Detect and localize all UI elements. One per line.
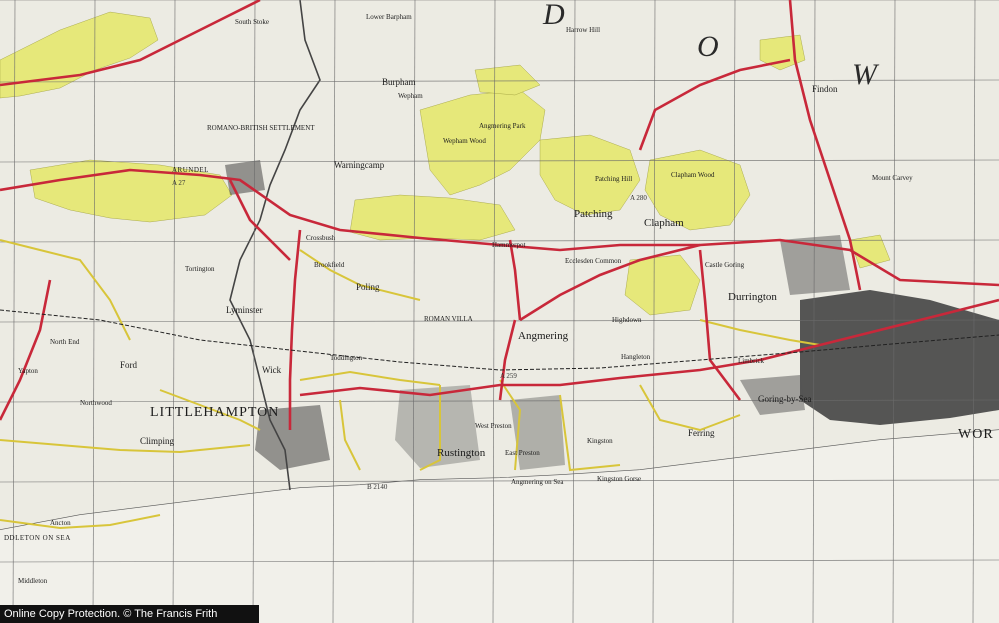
label-castle-goring[interactable]: Castle Goring <box>705 262 744 269</box>
urban-arundel <box>225 160 265 195</box>
label-ecclesden[interactable]: Ecclesden Common <box>565 258 621 265</box>
label-angmering-on-sea[interactable]: Angmering on Sea <box>511 479 564 486</box>
label-toddington[interactable]: Toddington <box>330 355 362 362</box>
minor-road-4 <box>559 394 621 472</box>
label-durrington[interactable]: Durrington <box>728 292 777 303</box>
label-warningcamp[interactable]: Warningcamp <box>334 161 384 170</box>
label-poling[interactable]: Poling <box>356 283 380 292</box>
label-kingston-gorse[interactable]: Kingston Gorse <box>597 476 641 483</box>
label-roman-villa[interactable]: ROMAN VILLA <box>424 316 473 323</box>
map-canvas[interactable]: D O W LITTLEHAMPTON WOR ARUNDEL Angmerin… <box>0 0 999 623</box>
minor-road-1 <box>299 370 441 386</box>
label-ford[interactable]: Ford <box>120 361 137 370</box>
label-northwood[interactable]: Northwood <box>80 400 112 407</box>
woodland-rewell <box>0 11 159 99</box>
label-worthing[interactable]: WOR <box>958 428 994 442</box>
label-ancton[interactable]: Ancton <box>50 520 71 527</box>
minor-road-6 <box>0 439 251 454</box>
map-graphics <box>0 0 999 623</box>
label-clapham[interactable]: Clapham <box>644 218 684 229</box>
label-romano-british: ROMANO-BRITISH SETTLEMENT <box>207 124 315 132</box>
label-ferring[interactable]: Ferring <box>688 429 715 438</box>
label-wepham-wood[interactable]: Wepham Wood <box>443 138 486 145</box>
road-clapham <box>638 58 791 151</box>
label-highdown[interactable]: Highdown <box>612 317 642 324</box>
label-north-end[interactable]: North End <box>50 339 79 346</box>
road-label-a259: A 259 <box>500 372 517 380</box>
label-climping[interactable]: Climping <box>140 437 174 446</box>
region-letter-o: O <box>697 30 721 63</box>
road-wick <box>288 229 302 430</box>
label-south-stoke[interactable]: South Stoke <box>235 19 269 26</box>
road-angmering-north <box>508 239 522 321</box>
label-hammerpot[interactable]: Hammerpot <box>492 242 525 249</box>
minor-road-9 <box>299 249 421 301</box>
minor-road-5 <box>639 384 741 432</box>
sea <box>0 430 999 623</box>
label-crossbush[interactable]: Crossbush <box>306 235 335 242</box>
label-kingston[interactable]: Kingston <box>587 438 613 445</box>
road-angmering-south <box>498 319 517 401</box>
label-angmering[interactable]: Angmering <box>518 331 568 342</box>
label-angmering-park[interactable]: Angmering Park <box>479 123 525 130</box>
minor-road-11 <box>0 239 131 341</box>
label-lower-barpham[interactable]: Lower Barpham <box>366 14 412 21</box>
label-tortington[interactable]: Tortington <box>185 266 214 273</box>
minor-road-12 <box>339 399 361 471</box>
label-middleton-on-sea[interactable]: DDLETON ON SEA <box>4 535 71 542</box>
label-patching[interactable]: Patching <box>574 209 613 220</box>
road-label-a27: A 27 <box>172 179 186 187</box>
label-yapton[interactable]: Yapton <box>18 368 38 375</box>
woodland-upper <box>474 64 541 96</box>
road-label-a280: A 280 <box>630 194 647 202</box>
road-label-b2140: B 2140 <box>367 483 388 491</box>
label-rustington[interactable]: Rustington <box>437 448 485 459</box>
label-hangleton[interactable]: Hangleton <box>621 354 650 361</box>
label-burpham[interactable]: Burpham <box>382 78 416 87</box>
woodland-highdown <box>624 254 701 316</box>
label-west-preston[interactable]: West Preston <box>475 423 512 430</box>
label-harrow-hill[interactable]: Harrow Hill <box>566 27 600 34</box>
label-limbrick[interactable]: Limbrick <box>738 358 764 365</box>
label-middleton[interactable]: Middleton <box>18 578 47 585</box>
label-wepham[interactable]: Wepham <box>398 93 423 100</box>
label-littlehampton[interactable]: LITTLEHAMPTON <box>150 406 279 420</box>
region-letter-d: D <box>543 0 567 31</box>
label-arundel[interactable]: ARUNDEL <box>172 167 209 174</box>
label-brookfield[interactable]: Brookfield <box>314 262 344 269</box>
label-east-preston[interactable]: East Preston <box>505 450 540 457</box>
urban-worthing <box>800 290 999 425</box>
label-goring-by-sea[interactable]: Goring-by-Sea <box>758 395 812 404</box>
label-clapham-wood[interactable]: Clapham Wood <box>671 172 714 179</box>
label-findon[interactable]: Findon <box>812 85 838 94</box>
label-mount-carvey[interactable]: Mount Carvey <box>872 175 913 182</box>
label-patching-hill[interactable]: Patching Hill <box>595 176 632 183</box>
label-lyminster[interactable]: Lyminster <box>226 306 263 315</box>
woodland-areas <box>0 11 891 316</box>
region-letter-w: W <box>852 58 879 91</box>
copyright-footer: Online Copy Protection. © The Francis Fr… <box>0 605 259 623</box>
label-wick[interactable]: Wick <box>262 366 281 375</box>
road-yapton <box>0 279 52 421</box>
